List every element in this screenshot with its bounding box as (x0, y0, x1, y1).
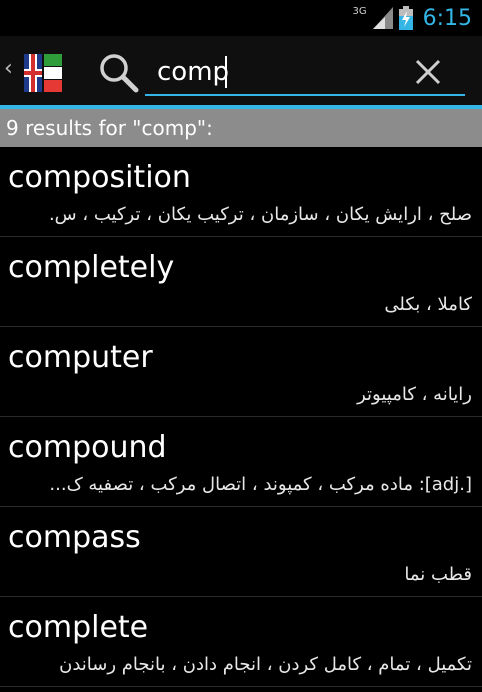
result-meaning: تکمیل ، تمام ، کامل کردن ، انجام دادن ، … (59, 654, 472, 675)
result-word: composition (8, 160, 191, 195)
app-icon-flag[interactable] (24, 54, 62, 92)
result-word: compass (8, 520, 141, 555)
result-meaning: صلح ، ارایش یکان ، سازمان ، ترکیب یکان ،… (48, 204, 472, 225)
battery-charging-icon (398, 6, 413, 30)
result-meaning: [.adj]: ماده مرکب ، کمپوند ، اتصال مرکب … (49, 474, 472, 495)
result-item[interactable]: computer رایانه ، کامپیوتر (0, 327, 482, 417)
result-word: completely (8, 250, 175, 285)
result-meaning: قطب نما (404, 564, 472, 585)
result-word: computer (8, 340, 153, 375)
result-item[interactable]: compound [.adj]: ماده مرکب ، کمپوند ، ات… (0, 417, 482, 507)
result-item[interactable]: composition صلح ، ارایش یکان ، سازمان ، … (0, 147, 482, 237)
result-item[interactable]: compass قطب نما (0, 507, 482, 597)
result-meaning: رایانه ، کامپیوتر (357, 384, 472, 405)
search-icon[interactable] (98, 52, 140, 94)
clock: 6:15 (422, 5, 472, 31)
status-bar: 3G 6:15 (0, 0, 482, 36)
result-item[interactable]: complete تکمیل ، تمام ، کامل کردن ، انجا… (0, 597, 482, 687)
up-navigation-icon[interactable]: ‹ (4, 56, 13, 82)
result-meaning: کاملا ، بکلی (384, 294, 472, 315)
signal-icon (372, 7, 393, 29)
results-list[interactable]: composition صلح ، ارایش یکان ، سازمان ، … (0, 147, 482, 692)
result-word: compound (8, 430, 167, 465)
network-type-label: 3G (352, 5, 367, 17)
text-cursor (225, 56, 227, 88)
results-count-header: 9 results for "comp": (0, 109, 482, 147)
clear-search-icon[interactable] (412, 56, 444, 88)
status-icons: 3G 6:15 (352, 4, 472, 32)
result-item[interactable]: completely کاملا ، بکلی (0, 237, 482, 327)
result-word: complete (8, 610, 149, 645)
